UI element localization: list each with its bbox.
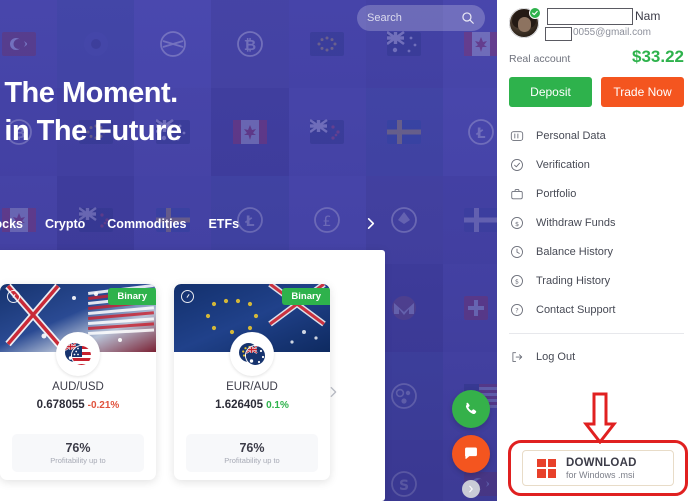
asset-pair-name: AUD/USD xyxy=(52,381,104,393)
verified-check-icon xyxy=(529,7,541,19)
trade-now-button[interactable]: Trade Now xyxy=(601,77,684,107)
asset-pair-name: EUR/AUD xyxy=(226,381,278,393)
id-card-icon xyxy=(509,128,524,143)
asset-price: 1.626405 xyxy=(215,399,264,411)
flag-icon-au xyxy=(245,345,266,366)
windows-icon xyxy=(537,458,556,478)
profitability-box: 76% Profitability up to xyxy=(186,434,318,472)
hero-line-2: st in The Future xyxy=(0,115,182,147)
tab-crypto[interactable]: Crypto xyxy=(45,217,85,231)
search-placeholder: Search xyxy=(367,12,402,24)
asset-carousel-next-icon[interactable] xyxy=(323,382,343,402)
asset-card[interactable]: Binary xyxy=(0,284,156,480)
account-balance-row: Real account $33.22 xyxy=(497,38,696,67)
more-options-button[interactable] xyxy=(462,480,480,498)
briefcase-icon xyxy=(509,186,524,201)
asset-price-row: 0.678055 -0.21% xyxy=(0,399,156,411)
clock-history-icon xyxy=(509,244,524,259)
check-circle-icon xyxy=(509,157,524,172)
tab-commodities[interactable]: Commodities xyxy=(107,217,186,231)
phone-call-button[interactable] xyxy=(452,390,490,428)
sidebar-item-log-out[interactable]: Log Out xyxy=(497,342,696,371)
sidebar-item-label: Portfolio xyxy=(536,187,577,200)
svg-text:?: ? xyxy=(515,306,518,314)
sidebar-item-label: Balance History xyxy=(536,245,614,258)
sidebar-item-contact-support[interactable]: ? Contact Support xyxy=(497,295,696,324)
currency-pair-icon xyxy=(230,332,274,376)
assets-panel: Binary AUD/USD 0.678055 -0.21% 76% Profi… xyxy=(0,250,385,501)
clock-icon xyxy=(7,290,20,303)
sidebar-item-label: Personal Data xyxy=(536,129,606,142)
profile-header: Nam 0055@gmail.com xyxy=(497,0,696,41)
download-title: DOWNLOAD xyxy=(566,456,637,469)
hero-headline: in The Moment. st in The Future xyxy=(0,74,432,150)
sidebar-item-label: Withdraw Funds xyxy=(536,216,616,229)
chat-bubble-icon xyxy=(465,447,477,459)
chevron-right-icon xyxy=(469,485,473,493)
phone-icon xyxy=(465,402,477,415)
avatar[interactable] xyxy=(509,7,541,38)
tab-stocks[interactable]: Stocks xyxy=(0,217,23,231)
search-box[interactable]: Search xyxy=(357,5,485,31)
profitability-label: Profitability up to xyxy=(224,456,280,465)
sidebar-item-balance-history[interactable]: Balance History xyxy=(497,237,696,266)
profitability-box: 76% Profitability up to xyxy=(12,434,144,472)
asset-card-list: Binary AUD/USD 0.678055 -0.21% 76% Profi… xyxy=(0,284,330,480)
currency-pair-icon xyxy=(56,332,100,376)
flag-icon-us xyxy=(71,345,92,366)
profitability-label: Profitability up to xyxy=(50,456,106,465)
live-chat-button[interactable] xyxy=(452,435,490,473)
sidebar-item-portfolio[interactable]: Portfolio xyxy=(497,179,696,208)
profile-email-visible: 0055@gmail.com xyxy=(573,27,651,38)
sidebar-item-verification[interactable]: Verification xyxy=(497,150,696,179)
asset-price: 0.678055 xyxy=(36,399,85,411)
dollar-circle-icon: $ xyxy=(509,215,524,230)
profitability-value: 76% xyxy=(65,441,91,455)
asset-type-badge: Binary xyxy=(282,288,330,305)
profitability-value: 76% xyxy=(239,441,265,455)
download-button-text: DOWNLOAD for Windows .msi xyxy=(566,457,637,480)
profile-name-visible: Nam xyxy=(635,9,661,23)
floating-action-buttons xyxy=(452,390,490,501)
svg-text:$: $ xyxy=(514,219,518,227)
sidebar-item-withdraw-funds[interactable]: $ Withdraw Funds xyxy=(497,208,696,237)
svg-text:$: $ xyxy=(515,278,519,285)
asset-card[interactable]: Binary xyxy=(174,284,330,480)
clock-icon xyxy=(181,290,194,303)
sidebar-item-label: Trading History xyxy=(536,274,611,287)
download-subtitle: for Windows .msi xyxy=(566,469,635,480)
search-icon xyxy=(461,11,475,25)
redaction-box-name xyxy=(547,8,633,25)
account-type-label: Real account xyxy=(509,53,571,65)
tabs-next-arrow-icon[interactable] xyxy=(358,211,382,235)
sidebar-divider xyxy=(509,333,684,334)
deposit-button[interactable]: Deposit xyxy=(509,77,592,107)
red-down-arrow-icon xyxy=(582,392,618,445)
tab-etfs[interactable]: ETFs xyxy=(208,217,239,231)
account-balance: $33.22 xyxy=(632,47,684,66)
asset-change: 0.1% xyxy=(266,400,289,411)
download-button[interactable]: DOWNLOAD for Windows .msi xyxy=(522,450,674,486)
asset-change: -0.21% xyxy=(87,400,120,411)
sidebar-menu: Personal Data Verification Portfolio $ W… xyxy=(497,107,696,371)
asset-price-row: 1.626405 0.1% xyxy=(174,399,330,411)
dollar-history-icon: $ xyxy=(509,273,524,288)
redaction-box-email xyxy=(545,27,572,41)
hero-line-1: in The Moment. xyxy=(0,77,178,109)
app-root: ₿₿ŁŁ£Ł£SS₿ Search in The Moment. st in T… xyxy=(0,0,696,501)
profile-text: Nam 0055@gmail.com xyxy=(545,8,686,41)
download-annotation-group: DOWNLOAD for Windows .msi xyxy=(497,392,696,501)
account-sidebar: Nam 0055@gmail.com Real account $33.22 D… xyxy=(497,0,696,501)
sidebar-item-label: Verification xyxy=(536,158,590,171)
main-content-area: ₿₿ŁŁ£Ł£SS₿ Search in The Moment. st in T… xyxy=(0,0,497,501)
sidebar-item-trading-history[interactable]: $ Trading History xyxy=(497,266,696,295)
logout-icon xyxy=(509,349,524,364)
sidebar-item-personal-data[interactable]: Personal Data xyxy=(497,121,696,150)
category-tabs: Stocks Crypto Commodities ETFs xyxy=(0,212,382,236)
sidebar-item-label: Log Out xyxy=(536,350,576,363)
account-action-buttons: Deposit Trade Now xyxy=(497,67,696,107)
question-circle-icon: ? xyxy=(509,302,524,317)
sidebar-item-label: Contact Support xyxy=(536,303,616,316)
asset-type-badge: Binary xyxy=(108,288,156,305)
